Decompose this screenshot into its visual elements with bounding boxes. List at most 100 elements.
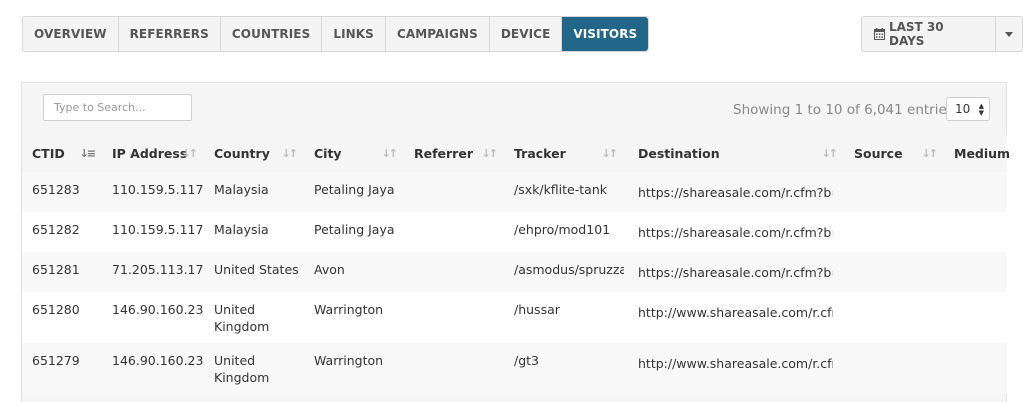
cell-referrer <box>404 343 504 394</box>
cell-source <box>844 252 944 292</box>
cell-destination: http://www.shareasale.com/r.cfm? <box>624 292 844 343</box>
sort-icon: ↓↑ <box>181 147 199 160</box>
destination-link[interactable]: http://www.shareasale.com/r.cfm? <box>638 304 833 321</box>
cell-source <box>844 212 944 252</box>
cell-country: Malaysia <box>204 172 304 212</box>
column-header-city[interactable]: City ↓↑ <box>304 135 404 172</box>
column-label: Medium <box>954 146 1011 161</box>
tab-overview[interactable]: OVERVIEW <box>23 17 119 51</box>
sort-icon: ↓↑ <box>601 147 619 160</box>
cell-ip: 110.159.5.117 <box>102 172 204 212</box>
column-label: City <box>314 146 342 161</box>
cell-tracker: /asmodus/spruzza <box>504 252 624 292</box>
column-header-referrer[interactable]: Referrer ↓↑ <box>404 135 504 172</box>
table-row: 651280 146.90.160.238 United Kingdom War… <box>22 292 1007 343</box>
cell-source <box>844 172 944 212</box>
cell-country: Malaysia <box>204 212 304 252</box>
cell-medium <box>944 212 1007 252</box>
cell-ctid: 651282 <box>22 212 102 252</box>
date-range-button[interactable]: LAST 30 DAYS <box>862 17 997 51</box>
cell-country: United Kingdom <box>204 343 304 394</box>
column-label: Source <box>854 146 903 161</box>
cell-destination: https://shareasale.com/r.cfm?b=75 <box>624 252 844 292</box>
cell-city: Warrington <box>304 292 404 343</box>
destination-link[interactable]: https://shareasale.com/r.cfm?b=43 <box>638 184 833 201</box>
cell-ip: 146.90.160.238 <box>102 343 204 394</box>
page-length-select[interactable]: 10 ▲ ▼ <box>946 97 990 121</box>
table-header: CTID ↓≡ IP Address ↓↑ Country ↓↑ City ↓↑ Ref… <box>22 135 1011 172</box>
tab-countries[interactable]: COUNTRIES <box>221 17 323 51</box>
table-row: 651279 146.90.160.238 United Kingdom War… <box>22 343 1007 394</box>
cell-tracker: /ehpro/mod101 <box>504 212 624 252</box>
cell-destination: https://shareasale.com/r.cfm?b=43 <box>624 172 844 212</box>
cell-city: Warrington <box>304 343 404 394</box>
cell-destination: https://shareasale.com/r.cfm?b=43 <box>624 212 844 252</box>
column-label: Country <box>214 146 270 161</box>
entries-info: Showing 1 to 10 of 6,041 entries <box>733 102 954 118</box>
column-header-source[interactable]: Source ↓↑ <box>844 135 944 172</box>
cell-medium <box>944 292 1007 343</box>
visitors-table: CTID ↓≡ IP Address ↓↑ Country ↓↑ City ↓↑ Ref… <box>22 135 1011 394</box>
cell-city: Petaling Jaya <box>304 212 404 252</box>
cell-destination: http://www.shareasale.com/r.cfm? <box>624 343 844 394</box>
tab-referrers[interactable]: REFERRERS <box>119 17 221 51</box>
cell-ctid: 651281 <box>22 252 102 292</box>
table-row: 651281 71.205.113.172 United States Avon… <box>22 252 1007 292</box>
search-input[interactable] <box>43 94 192 121</box>
table-row: 651282 110.159.5.117 Malaysia Petaling J… <box>22 212 1007 252</box>
tab-links[interactable]: LINKS <box>322 17 386 51</box>
cell-medium <box>944 252 1007 292</box>
destination-link[interactable]: https://shareasale.com/r.cfm?b=75 <box>638 264 833 281</box>
report-tabs: OVERVIEW REFERRERS COUNTRIES LINKS CAMPA… <box>22 16 650 52</box>
table-row: 651283 110.159.5.117 Malaysia Petaling J… <box>22 172 1007 212</box>
page-length-value: 10 <box>955 102 971 116</box>
column-header-ip[interactable]: IP Address ↓↑ <box>102 135 204 172</box>
sort-icon: ↓↑ <box>281 147 299 160</box>
column-header-tracker[interactable]: Tracker ↓↑ <box>504 135 624 172</box>
column-header-medium[interactable]: Medium <box>944 135 1011 172</box>
cell-referrer <box>404 252 504 292</box>
tab-campaigns[interactable]: CAMPAIGNS <box>386 17 490 51</box>
cell-ip: 71.205.113.172 <box>102 252 204 292</box>
date-range-label: LAST 30 DAYS <box>888 20 944 48</box>
column-label: Tracker <box>514 146 566 161</box>
cell-source <box>844 292 944 343</box>
cell-referrer <box>404 292 504 343</box>
select-arrows-icon: ▲ ▼ <box>978 102 984 117</box>
column-label: Referrer <box>414 146 473 161</box>
visitors-panel: Showing 1 to 10 of 6,041 entries 10 ▲▼ C… <box>21 82 1011 402</box>
sort-icon: ↓↑ <box>921 147 939 160</box>
cell-ctid: 651279 <box>22 343 102 394</box>
destination-link[interactable]: http://www.shareasale.com/r.cfm? <box>638 355 833 372</box>
calendar-icon <box>874 28 885 40</box>
column-header-destination[interactable]: Destination ↓↑ <box>624 135 844 172</box>
column-header-ctid[interactable]: CTID ↓≡ <box>22 135 102 172</box>
cell-tracker: /hussar <box>504 292 624 343</box>
cell-source <box>844 343 944 394</box>
sort-icon: ↓↑ <box>381 147 399 160</box>
destination-link[interactable]: https://shareasale.com/r.cfm?b=43 <box>638 224 833 241</box>
cell-country: United Kingdom <box>204 292 304 343</box>
caret-down-icon <box>1005 31 1014 37</box>
cell-medium <box>944 343 1007 394</box>
cell-city: Petaling Jaya <box>304 172 404 212</box>
date-range-toggle[interactable] <box>996 17 1022 51</box>
cell-city: Avon <box>304 252 404 292</box>
cell-medium <box>944 172 1007 212</box>
cell-ip: 146.90.160.238 <box>102 292 204 343</box>
column-label: Destination <box>638 146 720 161</box>
cell-country: United States <box>204 252 304 292</box>
sort-desc-icon: ↓≡ <box>79 147 97 160</box>
cell-ip: 110.159.5.117 <box>102 212 204 252</box>
cell-tracker: /gt3 <box>504 343 624 394</box>
cell-ctid: 651280 <box>22 292 102 343</box>
cell-referrer <box>404 172 504 212</box>
column-label: IP Address <box>112 146 188 161</box>
date-range-dropdown: LAST 30 DAYS <box>861 16 1023 52</box>
sort-icon: ↓↑ <box>481 147 499 160</box>
tab-visitors[interactable]: VISITORS <box>562 17 649 51</box>
tab-device[interactable]: DEVICE <box>490 17 563 51</box>
column-header-country[interactable]: Country ↓↑ <box>204 135 304 172</box>
cell-referrer <box>404 212 504 252</box>
cell-ctid: 651283 <box>22 172 102 212</box>
